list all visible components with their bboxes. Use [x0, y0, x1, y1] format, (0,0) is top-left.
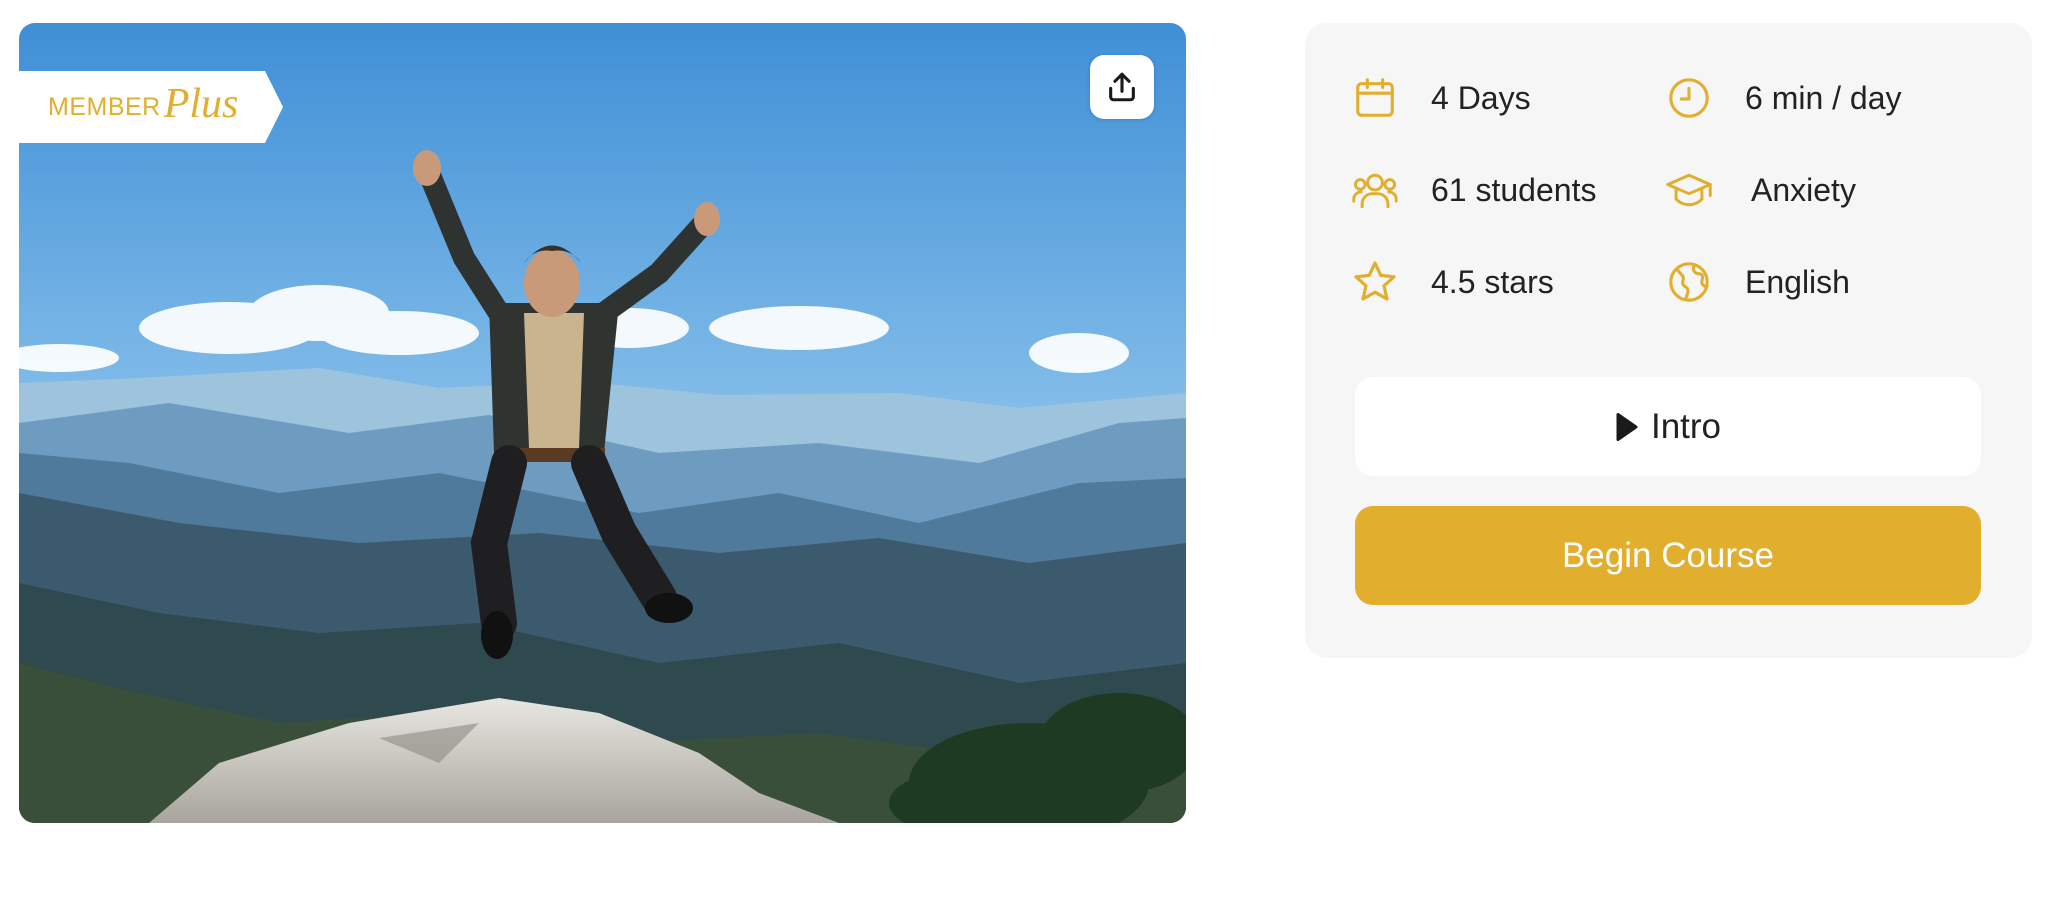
intro-button-label: Intro: [1650, 406, 1722, 446]
course-info-card: 4 Days 6 min / day 61 students Anxiety 4…: [1305, 23, 2032, 658]
intro-button[interactable]: Intro: [1355, 377, 1981, 476]
play-icon: [1616, 412, 1638, 441]
calendar-icon: [1351, 74, 1399, 122]
begin-course-button-label: Begin Course: [1561, 535, 1775, 575]
stat-topic: Anxiety: [1665, 164, 1856, 216]
stat-time-per-day: 6 min / day: [1665, 72, 1902, 124]
share-upload-icon: [1109, 72, 1135, 102]
stat-label: Anxiety: [1751, 171, 1856, 208]
star-icon: [1351, 258, 1399, 306]
share-button[interactable]: [1090, 55, 1154, 119]
badge-plus-text: Plus: [163, 81, 239, 127]
students-icon: [1351, 166, 1399, 214]
stat-language: English: [1665, 256, 1850, 308]
stat-label: 61 students: [1431, 171, 1597, 208]
badge-member-text: MEMBER: [48, 92, 161, 121]
stat-label: 4 Days: [1431, 79, 1531, 116]
begin-course-button[interactable]: Begin Course: [1355, 506, 1981, 605]
globe-icon: [1665, 258, 1713, 306]
stat-duration: 4 Days: [1351, 72, 1531, 124]
clock-icon: [1665, 74, 1713, 122]
mountain-jump-photo: [19, 23, 1186, 823]
course-hero-image: MEMBER Plus: [19, 23, 1186, 823]
stat-label: 6 min / day: [1745, 79, 1902, 116]
stat-rating: 4.5 stars: [1351, 256, 1554, 308]
member-plus-badge: MEMBER Plus: [19, 71, 283, 143]
graduation-cap-icon: [1665, 166, 1713, 214]
stat-students: 61 students: [1351, 164, 1596, 216]
stat-label: English: [1745, 263, 1850, 300]
stat-label: 4.5 stars: [1431, 263, 1554, 300]
